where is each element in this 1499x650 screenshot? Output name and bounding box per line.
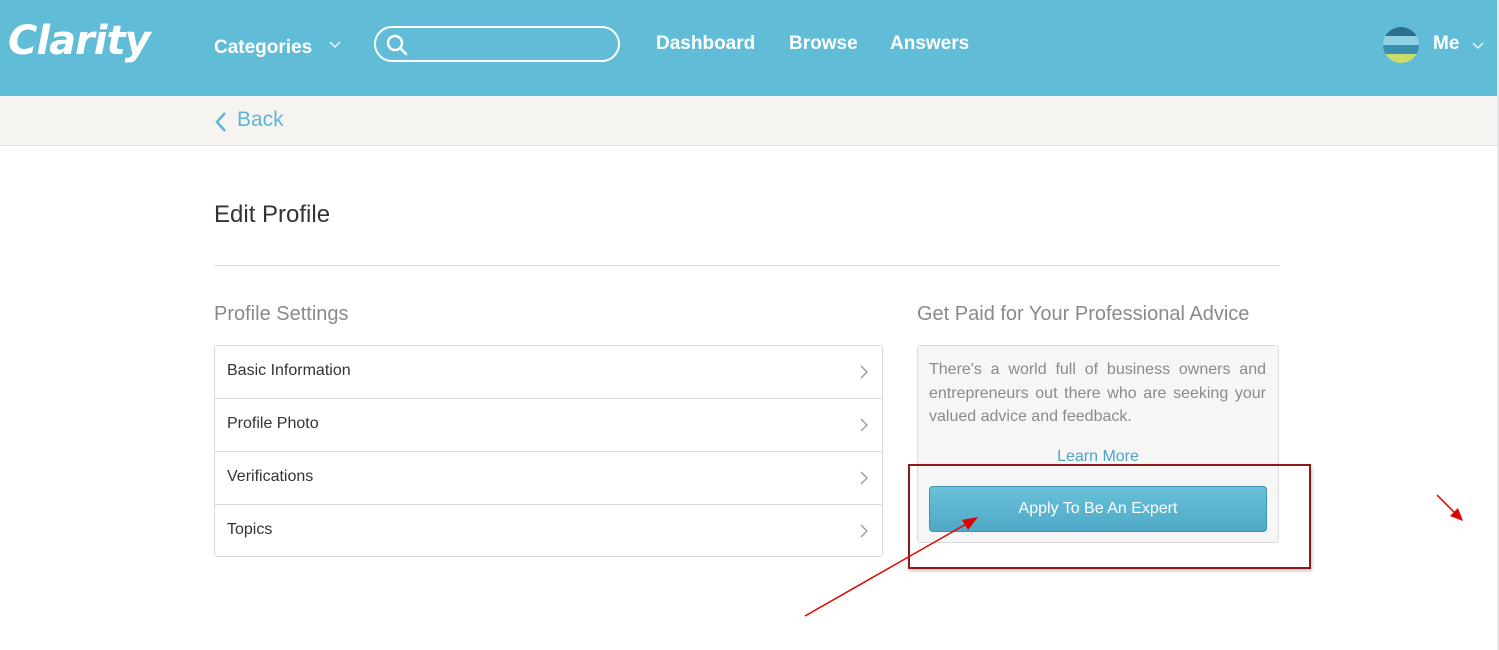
- annotation-arrows: [804, 494, 1463, 617]
- arrow-decorative: [1436, 494, 1463, 521]
- arrow-to-apply-button: [804, 517, 978, 617]
